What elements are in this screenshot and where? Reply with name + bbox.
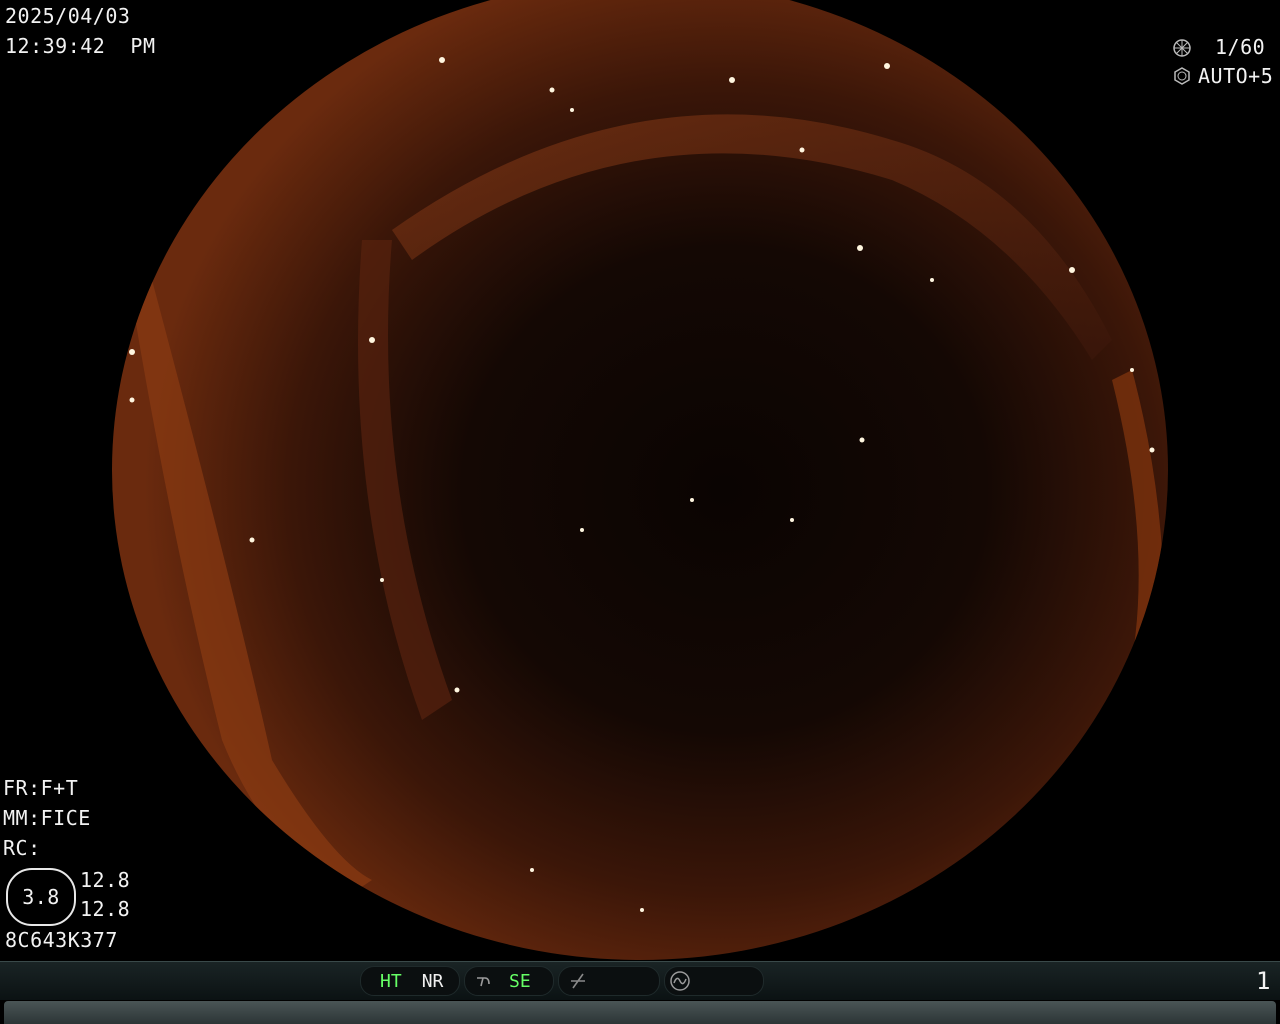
slash-pill (558, 966, 660, 996)
value-a: 12.8 (80, 868, 131, 892)
iris-icon (1172, 66, 1192, 86)
slash-icon (569, 972, 589, 990)
date-label: 2025/04/03 (5, 4, 131, 28)
ht-nr-pill: HT NR (360, 966, 460, 996)
endoscope-view (112, 0, 1168, 960)
se-pill: SE (464, 966, 554, 996)
mm-label: MM:FICE (3, 806, 91, 830)
endoscope-image (112, 0, 1168, 960)
shutter-value: 1/60 (1215, 35, 1266, 59)
bottom-strip (4, 1001, 1276, 1024)
iris-value: AUTO+5 (1198, 64, 1274, 88)
wave-icon (669, 970, 691, 992)
zoom-badge: 3.8 (6, 868, 76, 926)
se-label: SE (509, 970, 531, 992)
zoom-value: 3.8 (22, 885, 60, 909)
shutter-icon (1172, 38, 1192, 58)
fr-label: FR:F+T (3, 776, 79, 800)
curve-icon (475, 972, 497, 990)
page-number: 1 (1256, 967, 1271, 995)
serial-label: 8C643K377 (5, 928, 118, 952)
wave-pill (664, 966, 764, 996)
time-label: 12:39:42 PM (5, 34, 156, 58)
rc-label: RC: (3, 836, 41, 860)
nr-label: NR (421, 970, 444, 992)
ht-label: HT (380, 970, 402, 992)
value-b: 12.8 (80, 897, 131, 921)
